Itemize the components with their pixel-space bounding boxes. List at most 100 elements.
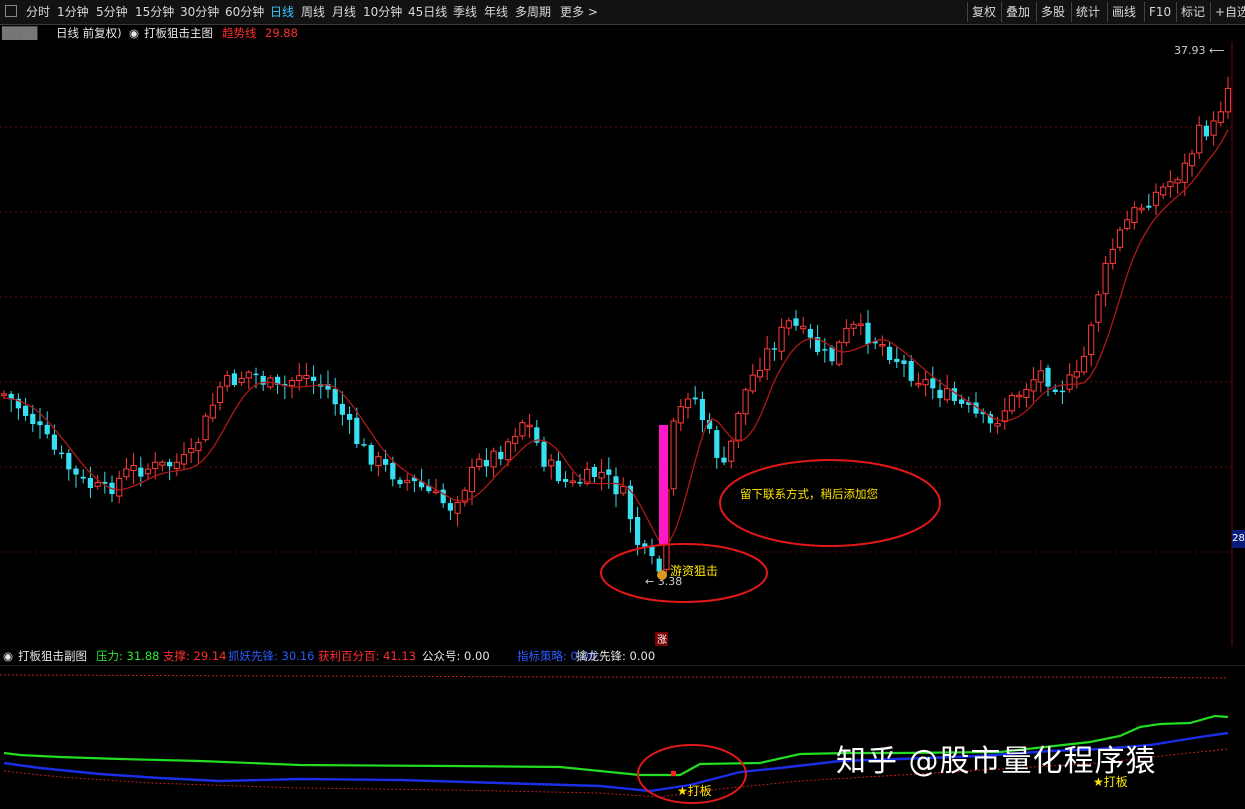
toolbar-separator [1176, 2, 1177, 22]
candle-body-down [901, 360, 907, 364]
candle-body-up [144, 468, 152, 475]
candlestick-chart[interactable]: 37.93 ⟵← 3.38游资狙击留下联系方式，稍后添加您涨 [0, 42, 1245, 646]
sub-indicator-name[interactable]: 打板狙击副图 [18, 647, 87, 665]
indicator-collapse-icon[interactable]: ◉ [129, 24, 139, 42]
candle-body-up [1088, 324, 1095, 355]
candle-body-down [51, 434, 57, 450]
candle-body-down [635, 517, 641, 545]
toolbar-button-0[interactable]: 复权 [972, 0, 996, 24]
limit-up-bar [659, 425, 668, 545]
price-axis-tag: 28 [1232, 530, 1245, 548]
candle-body-up [1196, 124, 1203, 154]
period-tab-8[interactable]: 月线 [332, 0, 356, 24]
candle-body-up [1073, 371, 1080, 378]
toolbar-button-6[interactable]: 标记 [1181, 0, 1205, 24]
candle-body-up [238, 377, 245, 384]
candle-body-down [699, 398, 705, 421]
candle-body-up [857, 323, 864, 326]
toolbar-separator [1036, 2, 1037, 22]
candle-body-up [569, 480, 576, 483]
candle-body-up [850, 323, 857, 329]
candle-body-up [684, 398, 692, 409]
sub-indicator-item-0: 压力: 31.88 [96, 649, 160, 663]
candle-body-up [1174, 179, 1181, 184]
candle-body-down [656, 558, 662, 572]
candle-body-up [512, 436, 519, 444]
menu-toggle-icon[interactable] [5, 5, 17, 17]
candle-body-up [404, 479, 411, 484]
candle-body-down [332, 388, 338, 405]
candle-body-down [37, 421, 43, 426]
candle-body-up [1008, 394, 1016, 412]
main-indicator-name[interactable]: 打板狙击主图 [144, 24, 213, 42]
candle-body-up [476, 458, 483, 468]
candle-body-up [152, 461, 159, 470]
candle-body-up [94, 481, 101, 487]
toolbar-separator [1107, 2, 1108, 22]
candle-body-down [555, 460, 561, 482]
toolbar-separator [1001, 2, 1002, 22]
candle-body-down [865, 322, 871, 345]
note-text: 留下联系方式，稍后添加您 [740, 487, 878, 501]
candle-body-down [1146, 205, 1152, 208]
period-tab-2[interactable]: 5分钟 [96, 0, 128, 24]
candle-body-down [23, 405, 29, 416]
candle-body-up [1160, 186, 1167, 196]
trend-line-value: 29.88 [265, 26, 298, 40]
period-tab-6[interactable]: 日线 [270, 0, 294, 24]
toolbar-button-5[interactable]: F10 [1149, 0, 1171, 24]
candle-body-down [339, 403, 345, 415]
candle-body-down [829, 347, 835, 362]
candle-body-down [959, 399, 965, 404]
candle-body-down [649, 546, 655, 557]
candle-body-up [173, 461, 180, 470]
candle-body-down [44, 424, 50, 435]
candle-body-up [454, 502, 461, 514]
candle-body-down [1045, 367, 1051, 387]
toolbar-separator [1071, 2, 1072, 22]
period-tab-5[interactable]: 60分钟 [225, 0, 264, 24]
period-tab-3[interactable]: 15分钟 [135, 0, 174, 24]
period-tab-7[interactable]: 周线 [301, 0, 325, 24]
candle-body-up [785, 320, 792, 329]
candle-body-up [1080, 355, 1088, 373]
candle-body-up [915, 383, 922, 386]
candle-body-up [519, 422, 526, 437]
candle-body-up [944, 388, 951, 401]
toolbar-button-3[interactable]: 统计 [1076, 0, 1100, 24]
period-tab-4[interactable]: 30分钟 [180, 0, 219, 24]
candle-body-up [756, 369, 764, 378]
candle-body-up [1152, 191, 1160, 206]
period-tab-0[interactable]: 分时 [26, 0, 50, 24]
candle-body-down [397, 479, 403, 485]
candle-body-up [123, 468, 130, 478]
period-tab-12[interactable]: 年线 [484, 0, 508, 24]
candle-body-down [354, 417, 360, 444]
candle-body-up [742, 389, 749, 415]
period-tab-14[interactable]: 更多 > [560, 0, 598, 24]
candle-body-down [73, 468, 79, 475]
period-tab-11[interactable]: 季线 [453, 0, 477, 24]
period-tab-1[interactable]: 1分钟 [57, 0, 89, 24]
candle-body-down [347, 413, 353, 420]
toolbar-button-2[interactable]: 多股 [1041, 0, 1065, 24]
toolbar-button-1[interactable]: 叠加 [1006, 0, 1030, 24]
signal-dot [671, 771, 676, 776]
candle-body-down [606, 469, 612, 475]
max-price-label: 37.93 ⟵ [1174, 44, 1225, 57]
period-tab-13[interactable]: 多周期 [515, 0, 551, 24]
candle-body-up [1124, 219, 1131, 230]
candle-body-up [670, 420, 677, 490]
period-tab-10[interactable]: 45日线 [408, 0, 447, 24]
toolbar-button-4[interactable]: 画线 [1112, 0, 1136, 24]
sub-indicator-collapse-icon[interactable]: ◉ [3, 647, 13, 665]
period-tab-9[interactable]: 10分钟 [363, 0, 402, 24]
candle-body-up [1131, 207, 1138, 224]
sub-indicator-item-4: 公众号: 0.00 [422, 649, 490, 663]
signal-label: 游资狙击 [670, 564, 718, 578]
trend-ma-line [3, 129, 1229, 547]
chart-type-label: 日线 前复权) [56, 26, 122, 40]
candle-body-up [800, 325, 807, 330]
candle-body-up [1181, 162, 1188, 183]
toolbar-button-7[interactable]: +自选 [1215, 0, 1245, 24]
